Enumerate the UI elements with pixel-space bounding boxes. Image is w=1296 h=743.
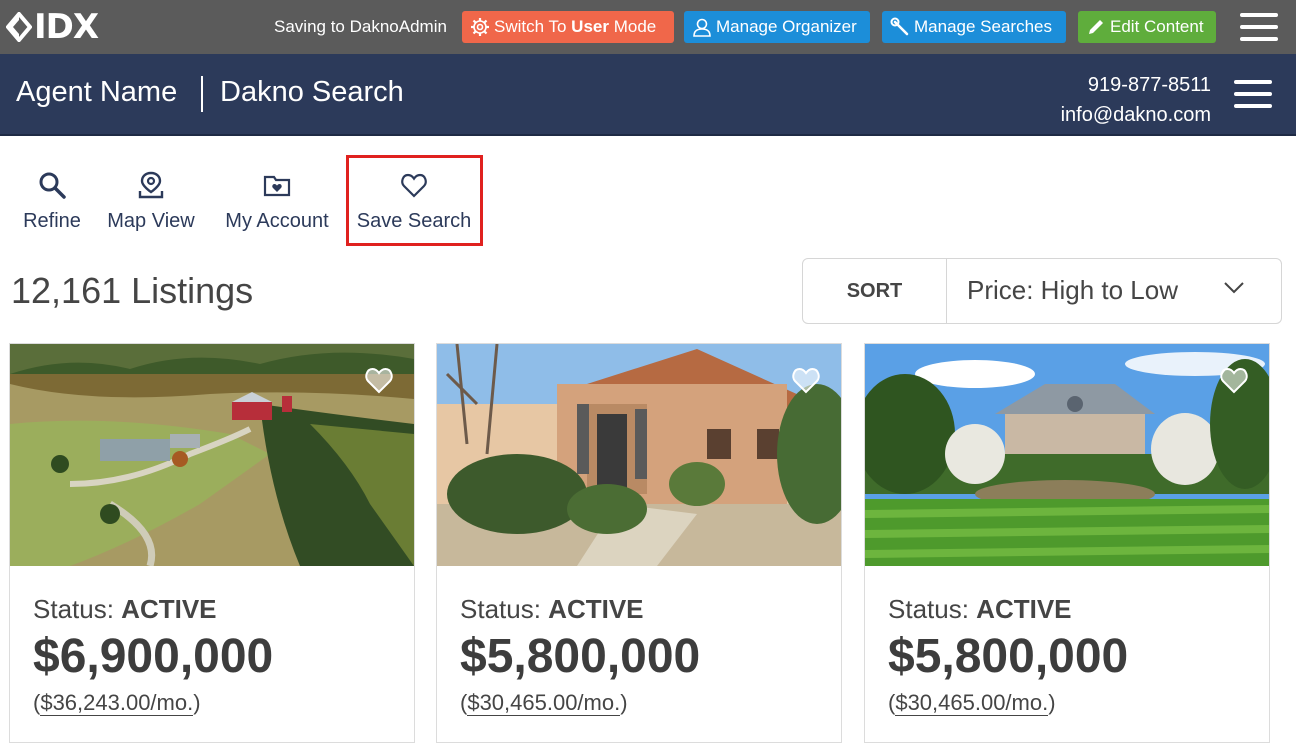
monthly-payment-value[interactable]: $36,243.00/mo. [40,690,194,716]
site-header: Agent Name Dakno Search 919-877-8511 inf… [0,54,1296,136]
switch-mode-suffix: Mode [608,17,657,36]
monthly-payment[interactable]: ($36,243.00/mo.) [33,690,201,716]
listings-count: 12,161 Listings [11,270,254,311]
manage-organizer-button[interactable]: Manage Organizer [684,11,870,43]
search-icon [39,172,66,199]
pencil-icon [1089,20,1103,34]
sort-dropdown[interactable]: SORT Price: High to Low [802,258,1282,324]
refine-label: Refine [23,210,81,232]
gear-icon [471,18,489,36]
site-menu-hamburger-icon[interactable] [1234,80,1272,116]
listing-price: $5,800,000 [888,630,1129,683]
save-search-highlight [346,155,483,246]
status-value: ACTIVE [121,594,217,624]
status-label: Status: [460,594,541,624]
manage-organizer-label: Manage Organizer [716,17,857,36]
idx-logo[interactable]: IDX [6,7,99,47]
manage-searches-label: Manage Searches [914,17,1052,36]
listing-card[interactable]: Status: ACTIVE $5,800,000 ($30,465.00/mo… [864,343,1270,743]
monthly-payment-value[interactable]: $30,465.00/mo. [895,690,1049,716]
edit-content-button[interactable]: Edit Content [1078,11,1216,43]
monthly-payment[interactable]: ($30,465.00/mo.) [888,690,1056,716]
folder-icon [263,175,291,197]
idx-logo-text: IDX [34,7,99,47]
listing-card[interactable]: Status: ACTIVE $5,800,000 ($30,465.00/mo… [436,343,842,743]
listing-photo[interactable] [865,344,1269,566]
manage-searches-button[interactable]: Manage Searches [882,11,1066,43]
switch-mode-bold: User [571,17,609,36]
listing-photo[interactable] [10,344,414,566]
user-icon [693,18,711,37]
admin-bar: IDX Saving to DaknoAdmin Switch To User … [0,0,1296,54]
refine-button[interactable]: Refine [22,170,82,233]
map-view-label: Map View [107,210,195,232]
monthly-payment[interactable]: ($30,465.00/mo.) [460,690,628,716]
listing-price: $6,900,000 [33,630,274,683]
edit-content-label: Edit Content [1110,17,1204,36]
phone-number[interactable]: 919-877-8511 [1061,70,1211,100]
contact-info: 919-877-8511 info@dakno.com [1061,70,1211,130]
status-value: ACTIVE [548,594,644,624]
my-account-button[interactable]: My Account [220,170,334,233]
status-label: Status: [888,594,969,624]
chevron-down-icon [1224,282,1244,294]
listing-price: $5,800,000 [460,630,701,683]
site-title[interactable]: Dakno Search [220,76,404,109]
saving-status: Saving to DaknoAdmin [274,17,447,36]
email-address[interactable]: info@dakno.com [1061,100,1211,130]
header-divider [201,76,203,112]
monthly-payment-value[interactable]: $30,465.00/mo. [467,690,621,716]
map-view-button[interactable]: Map View [104,170,198,233]
favorite-heart-icon[interactable] [791,366,821,394]
listing-status: Status: ACTIVE [33,594,217,625]
switch-to-user-mode-button[interactable]: Switch To User Mode [462,11,674,43]
sort-value: Price: High to Low [967,275,1178,305]
wrench-icon [890,17,909,36]
listing-photo[interactable] [437,344,841,566]
sort-label: SORT [803,259,947,323]
idx-logo-icon [6,12,32,42]
status-value: ACTIVE [976,594,1072,624]
agent-name[interactable]: Agent Name [16,76,177,109]
listing-status: Status: ACTIVE [888,594,1072,625]
favorite-heart-icon[interactable] [1219,366,1249,394]
status-label: Status: [33,594,114,624]
favorite-heart-icon[interactable] [364,366,394,394]
map-pin-icon [138,171,164,199]
my-account-label: My Account [225,210,329,232]
listing-status: Status: ACTIVE [460,594,644,625]
listing-card[interactable]: Status: ACTIVE $6,900,000 ($36,243.00/mo… [9,343,415,743]
switch-mode-prefix: Switch To [494,17,572,36]
admin-menu-hamburger-icon[interactable] [1240,13,1278,49]
